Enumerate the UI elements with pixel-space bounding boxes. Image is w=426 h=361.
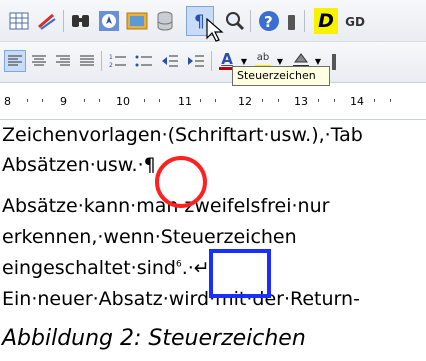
align-left-icon[interactable]	[4, 50, 26, 72]
background-color-dropdown-icon[interactable]: ▼	[314, 56, 322, 66]
ruler-number: 12	[238, 95, 252, 108]
decrease-indent-icon[interactable]	[158, 50, 182, 72]
line-break-highlight	[209, 249, 271, 298]
draw-icon[interactable]	[34, 9, 60, 33]
text-line: Ein·neuer·Absatz·wird·mit·der·Return-	[2, 288, 360, 310]
line-break-mark: .·↵	[181, 257, 210, 279]
numbering-icon[interactable]: 12	[106, 50, 130, 72]
table-icon[interactable]	[6, 9, 32, 33]
ruler-number: 8	[4, 95, 11, 108]
more-icon[interactable]	[286, 13, 298, 33]
increase-indent-icon[interactable]	[184, 50, 208, 72]
ruler-number: 11	[178, 95, 192, 108]
text-line: Zeichenvorlagen·(Schriftart·usw.),·Tab	[2, 124, 363, 146]
text-line: eingeschaltet·sind6.·↵	[2, 257, 210, 279]
ruler-number: 9	[60, 95, 67, 108]
formatting-toolbar: 12 A ▼ ab ▼ ▼	[0, 42, 426, 82]
toolbar-overflow-icon[interactable]	[330, 52, 338, 72]
text-segment: eingeschaltet·sind	[2, 257, 176, 279]
find-icon[interactable]	[68, 9, 94, 33]
align-center-icon[interactable]	[28, 50, 50, 72]
datasource-icon[interactable]	[152, 9, 178, 33]
help-icon[interactable]: ?	[256, 9, 282, 33]
paragraph-mark-highlight	[155, 156, 207, 208]
font-color-dropdown-icon[interactable]: ▼	[240, 56, 248, 66]
align-right-icon[interactable]	[52, 50, 74, 72]
gd-button[interactable]: GD	[342, 10, 368, 34]
svg-text:1: 1	[109, 54, 113, 61]
figure-caption: Abbildung 2: Steuerzeichen	[2, 326, 306, 351]
ruler-number: 10	[116, 95, 130, 108]
standard-toolbar: ¶ ? D GD	[0, 0, 426, 42]
svg-text:¶: ¶	[194, 12, 205, 31]
text-line: Absätzen·usw.·¶	[2, 154, 156, 176]
tooltip-formatting-marks: Steuerzeichen	[232, 66, 330, 86]
text-line: erkennen,·wenn·Steuerzeichen	[2, 226, 297, 248]
navigator-icon[interactable]	[96, 9, 122, 33]
d-button[interactable]: D	[314, 8, 338, 34]
zoom-icon[interactable]	[222, 9, 248, 33]
svg-text:?: ?	[264, 13, 273, 31]
ruler-number: 13	[294, 95, 308, 108]
horizontal-ruler[interactable]: 8 9 10 11 12 13 14	[0, 82, 426, 120]
svg-text:2: 2	[109, 62, 113, 69]
ruler-number: 14	[350, 95, 364, 108]
justify-icon[interactable]	[76, 50, 98, 72]
bullets-icon[interactable]	[132, 50, 156, 72]
highlight-dropdown-icon[interactable]: ▼	[276, 56, 284, 66]
gallery-icon[interactable]	[124, 9, 150, 33]
